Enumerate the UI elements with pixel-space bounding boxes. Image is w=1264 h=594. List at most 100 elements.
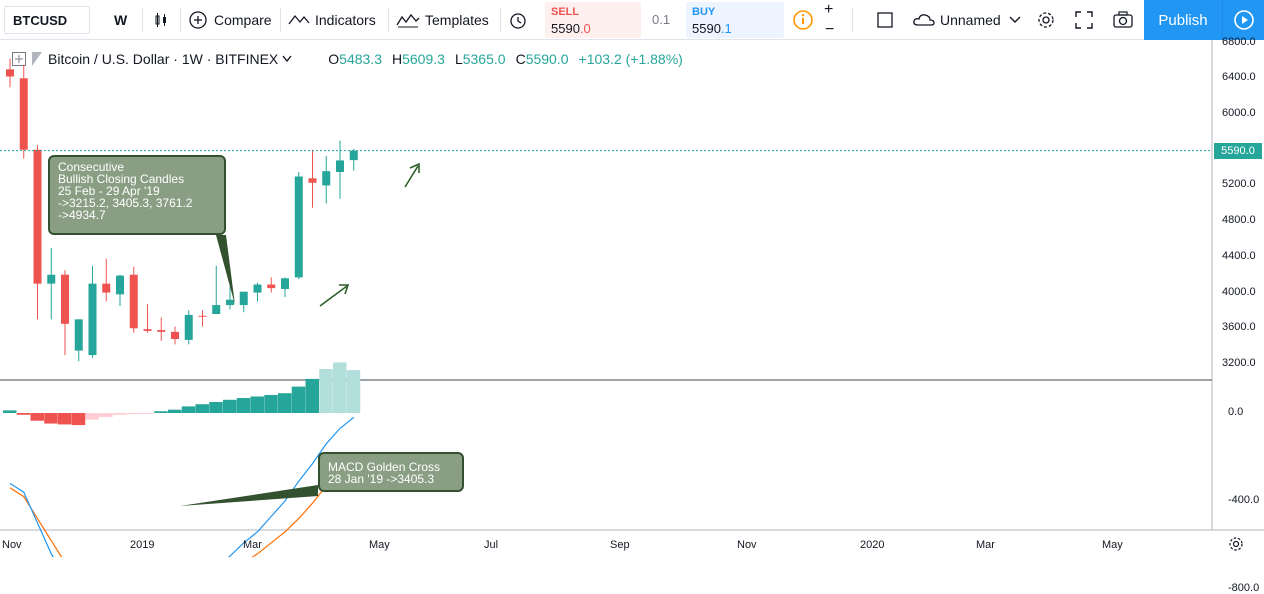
macd-histogram-bar [333,362,347,413]
interval-button[interactable]: W [114,0,127,40]
candle-body [171,331,179,339]
macd-histogram-bar [3,410,17,413]
candles-icon [155,13,166,27]
trend-arrow-1 [319,284,350,307]
candles-annotation[interactable]: Consecutive Bullish Closing Candles 25 F… [48,155,226,235]
candle-body [88,283,97,356]
compare-button[interactable]: Compare [188,0,272,40]
macd-histogram-bar [126,413,141,415]
spread-value: 0.1 [652,12,671,27]
macd-histogram-bar [181,406,196,413]
candle-body [33,149,42,284]
trend-arrow-2 [404,162,420,188]
candle-body [281,278,289,289]
alert-button[interactable] [508,0,528,40]
time-axis-label: Nov [737,539,757,551]
symbol-label: BTCUSD [13,12,68,28]
macd-annotation[interactable]: MACD Golden Cross 28 Jan '19 ->3405.3 [318,452,464,492]
info-icon [793,10,813,30]
fullscreen-button[interactable] [1074,0,1094,40]
macd-histogram-bar [236,398,251,413]
price-axis-label: 4000.0 [1222,285,1256,298]
time-axis-label: Nov [2,539,22,551]
candles-callout-pointer [216,235,235,305]
time-axis-label: Mar [243,539,262,551]
candle-body [102,283,111,293]
sell-button[interactable]: SELL 5590.0 [545,2,641,38]
macd-histogram-bar [319,369,333,413]
publish-button[interactable]: Publish [1144,0,1222,40]
price-axis-label: 6400.0 [1222,71,1256,84]
candle-body [198,315,207,317]
time-axis-label: Sep [610,539,630,551]
price-axis-label: 4400.0 [1222,249,1256,262]
templates-icon [396,13,420,28]
candle-body [336,160,344,173]
macd-histogram-bar [44,413,58,424]
zoom-out-button[interactable]: − [825,20,834,40]
last-price-tag: 5590.0 [1214,142,1262,159]
camera-icon [1113,11,1133,28]
macd-axis-label: -800.0 [1228,582,1260,594]
macd-callout-pointer [180,485,318,506]
chart-style-button[interactable] [152,0,170,40]
symbol-search[interactable]: BTCUSD [4,6,90,34]
plus-icon: + [824,1,834,18]
macd-histogram-bar [30,413,44,421]
templates-button[interactable]: Templates [396,0,489,40]
price-axis-label: 6800.0 [1222,35,1256,48]
candle-body [116,275,124,295]
macd-histogram-bar [250,396,264,413]
macd-histogram-bar [154,411,168,413]
price-axis-label: 4800.0 [1222,214,1256,227]
zoom-in-button[interactable]: + [824,0,833,20]
macd-signal-line [9,452,355,557]
buy-label: BUY [692,6,716,18]
indicators-icon [288,14,310,25]
macd-histogram-bar [71,413,86,426]
candle-body [74,319,83,351]
macd-histogram-bar [168,409,182,413]
candle-body [294,176,303,278]
macd-histogram-bar [16,413,31,415]
axis-settings-button[interactable] [1228,536,1244,557]
candle-body [226,299,234,306]
buy-button[interactable]: BUY 5590.1 [686,2,784,38]
square-icon [877,12,893,28]
fullscreen-box-button[interactable] [876,0,894,40]
macd-axis-label: -400.0 [1228,494,1260,506]
price-axis-label: 6000.0 [1222,107,1256,119]
macd-histogram-bar [223,399,237,413]
templates-label: Templates [425,12,489,28]
price-axis-label: 5200.0 [1222,178,1256,191]
time-axis-label: May [1102,539,1123,551]
time-axis-label: 2019 [130,539,155,551]
layout-menu[interactable]: Unnamed [912,0,1021,40]
indicators-button[interactable]: Indicators [288,0,376,40]
candle-body [129,274,138,329]
snapshot-button[interactable] [1112,0,1134,40]
info-button[interactable] [792,0,814,40]
gear-icon [1038,12,1054,28]
price-chart[interactable] [0,40,1264,557]
cloud-icon [913,14,935,26]
macd-histogram-bar [99,413,113,417]
play-icon [1234,10,1254,30]
sell-label: SELL [551,6,580,18]
macd-histogram-bar [264,394,278,413]
candle-body [143,329,152,331]
candle-body [253,284,262,293]
minus-icon: − [825,21,835,38]
candle-body [267,284,276,289]
gear-icon [1229,537,1243,551]
macd-histogram-bar [140,413,154,414]
play-button[interactable] [1222,0,1264,40]
macd-histogram-bar [113,413,127,415]
settings-button[interactable] [1036,0,1056,40]
time-axis-label: Mar [976,539,995,551]
macd-histogram-bar [195,404,209,413]
candle-body [19,78,28,150]
candle-body [239,291,248,306]
time-axis-label: 2020 [860,539,885,551]
compare-label: Compare [214,12,272,28]
